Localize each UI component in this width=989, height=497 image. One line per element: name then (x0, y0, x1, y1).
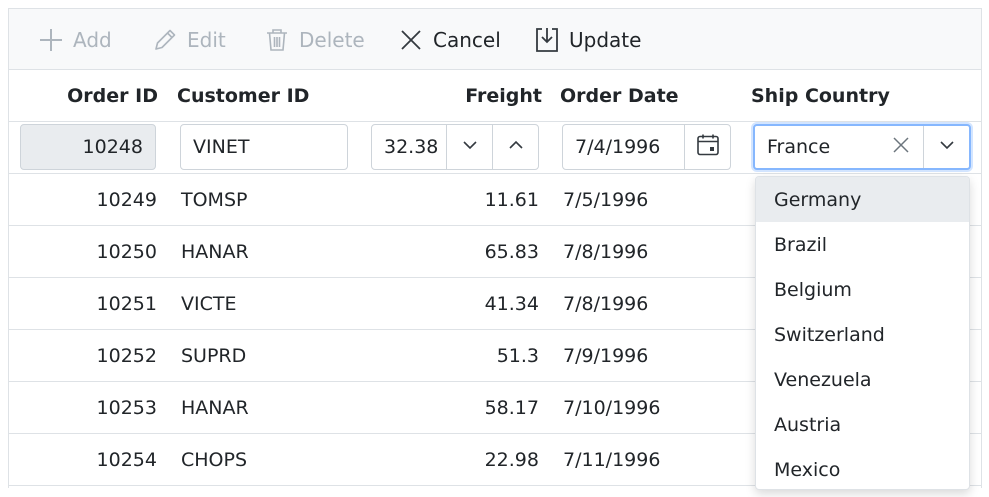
cell-order-date: 7/9/1996 (563, 345, 649, 367)
freight-value: 32.38 (384, 136, 439, 158)
cell-customer-id: HANAR (181, 397, 249, 419)
cell-customer-id: SUPRD (181, 345, 247, 367)
cell-order-id: 10252 (96, 345, 157, 367)
header-freight[interactable]: Freight (369, 70, 542, 122)
grid-header: Order ID Customer ID Freight Order Date … (9, 70, 981, 122)
save-icon (533, 26, 561, 54)
dropdown-toggle-button[interactable] (923, 126, 969, 168)
freight-decrement-button[interactable] (446, 125, 492, 169)
order-id-field: 10248 (20, 124, 156, 170)
edit-label: Edit (187, 27, 226, 52)
clear-icon (892, 136, 910, 159)
cell-freight: 22.98 (484, 449, 539, 471)
edit-row: 10248 VINET 32.38 7/4/1996 France (9, 122, 981, 174)
cancel-label: Cancel (433, 27, 501, 52)
cell-customer-id: CHOPS (181, 449, 248, 471)
cell-customer-id: HANAR (181, 241, 249, 263)
cell-order-id: 10250 (96, 241, 157, 263)
add-label: Add (73, 27, 112, 52)
freight-increment-button[interactable] (492, 125, 538, 169)
pencil-icon (151, 26, 179, 54)
header-ship-country[interactable]: Ship Country (751, 70, 971, 122)
grid-toolbar: Add Edit Delete Cancel Update (9, 9, 981, 70)
cell-order-id: 10253 (96, 397, 157, 419)
delete-label: Delete (299, 27, 365, 52)
update-button[interactable]: Update (533, 9, 641, 70)
add-button[interactable]: Add (37, 9, 112, 70)
freight-numeric-input[interactable]: 32.38 (371, 124, 539, 170)
cell-order-id: 10254 (96, 449, 157, 471)
header-customer-id[interactable]: Customer ID (177, 70, 367, 122)
update-label: Update (569, 27, 642, 52)
cell-order-date: 7/10/1996 (563, 397, 661, 419)
order-date-picker[interactable]: 7/4/1996 (562, 124, 731, 170)
cell-order-date: 7/8/1996 (563, 293, 649, 315)
cell-order-id: 10251 (96, 293, 157, 315)
cell-freight: 58.17 (484, 397, 539, 419)
ship-country-dropdown[interactable]: France (753, 124, 971, 170)
customer-id-input[interactable]: VINET (180, 124, 348, 170)
order-date-value: 7/4/1996 (575, 136, 661, 158)
cell-order-date: 7/8/1996 (563, 241, 649, 263)
header-order-id[interactable]: Order ID (9, 70, 158, 122)
cell-order-id: 10249 (96, 189, 157, 211)
country-option[interactable]: Switzerland (756, 312, 969, 357)
ship-country-value: France (767, 136, 831, 158)
country-option[interactable]: Austria (756, 402, 969, 447)
cell-customer-id: VICTE (181, 293, 237, 315)
edit-button[interactable]: Edit (151, 9, 226, 70)
close-icon (397, 26, 425, 54)
country-option[interactable]: Germany (756, 177, 969, 222)
cancel-button[interactable]: Cancel (397, 9, 501, 70)
calendar-icon (696, 133, 720, 162)
calendar-button[interactable] (684, 125, 730, 169)
country-option[interactable]: Venezuela (756, 357, 969, 402)
cell-freight: 65.83 (484, 241, 539, 263)
plus-icon (37, 26, 65, 54)
cell-freight: 11.61 (484, 189, 539, 211)
country-option[interactable]: Brazil (756, 222, 969, 267)
trash-icon (263, 26, 291, 54)
cell-order-date: 7/11/1996 (563, 449, 661, 471)
country-option[interactable]: Mexico (756, 447, 969, 489)
chevron-up-icon (507, 136, 525, 159)
delete-button[interactable]: Delete (263, 9, 365, 70)
cell-customer-id: TOMSP (181, 189, 248, 211)
order-id-value: 10248 (82, 136, 143, 158)
header-order-date[interactable]: Order Date (560, 70, 740, 122)
cell-freight: 41.34 (484, 293, 539, 315)
cell-order-date: 7/5/1996 (563, 189, 649, 211)
ship-country-popup: Germany Brazil Belgium Switzerland Venez… (755, 176, 970, 490)
clear-button[interactable] (879, 126, 923, 168)
chevron-down-icon (938, 136, 956, 159)
customer-id-value: VINET (193, 136, 250, 158)
chevron-down-icon (461, 136, 479, 159)
country-option[interactable]: Belgium (756, 267, 969, 312)
cell-freight: 51.3 (496, 345, 539, 367)
